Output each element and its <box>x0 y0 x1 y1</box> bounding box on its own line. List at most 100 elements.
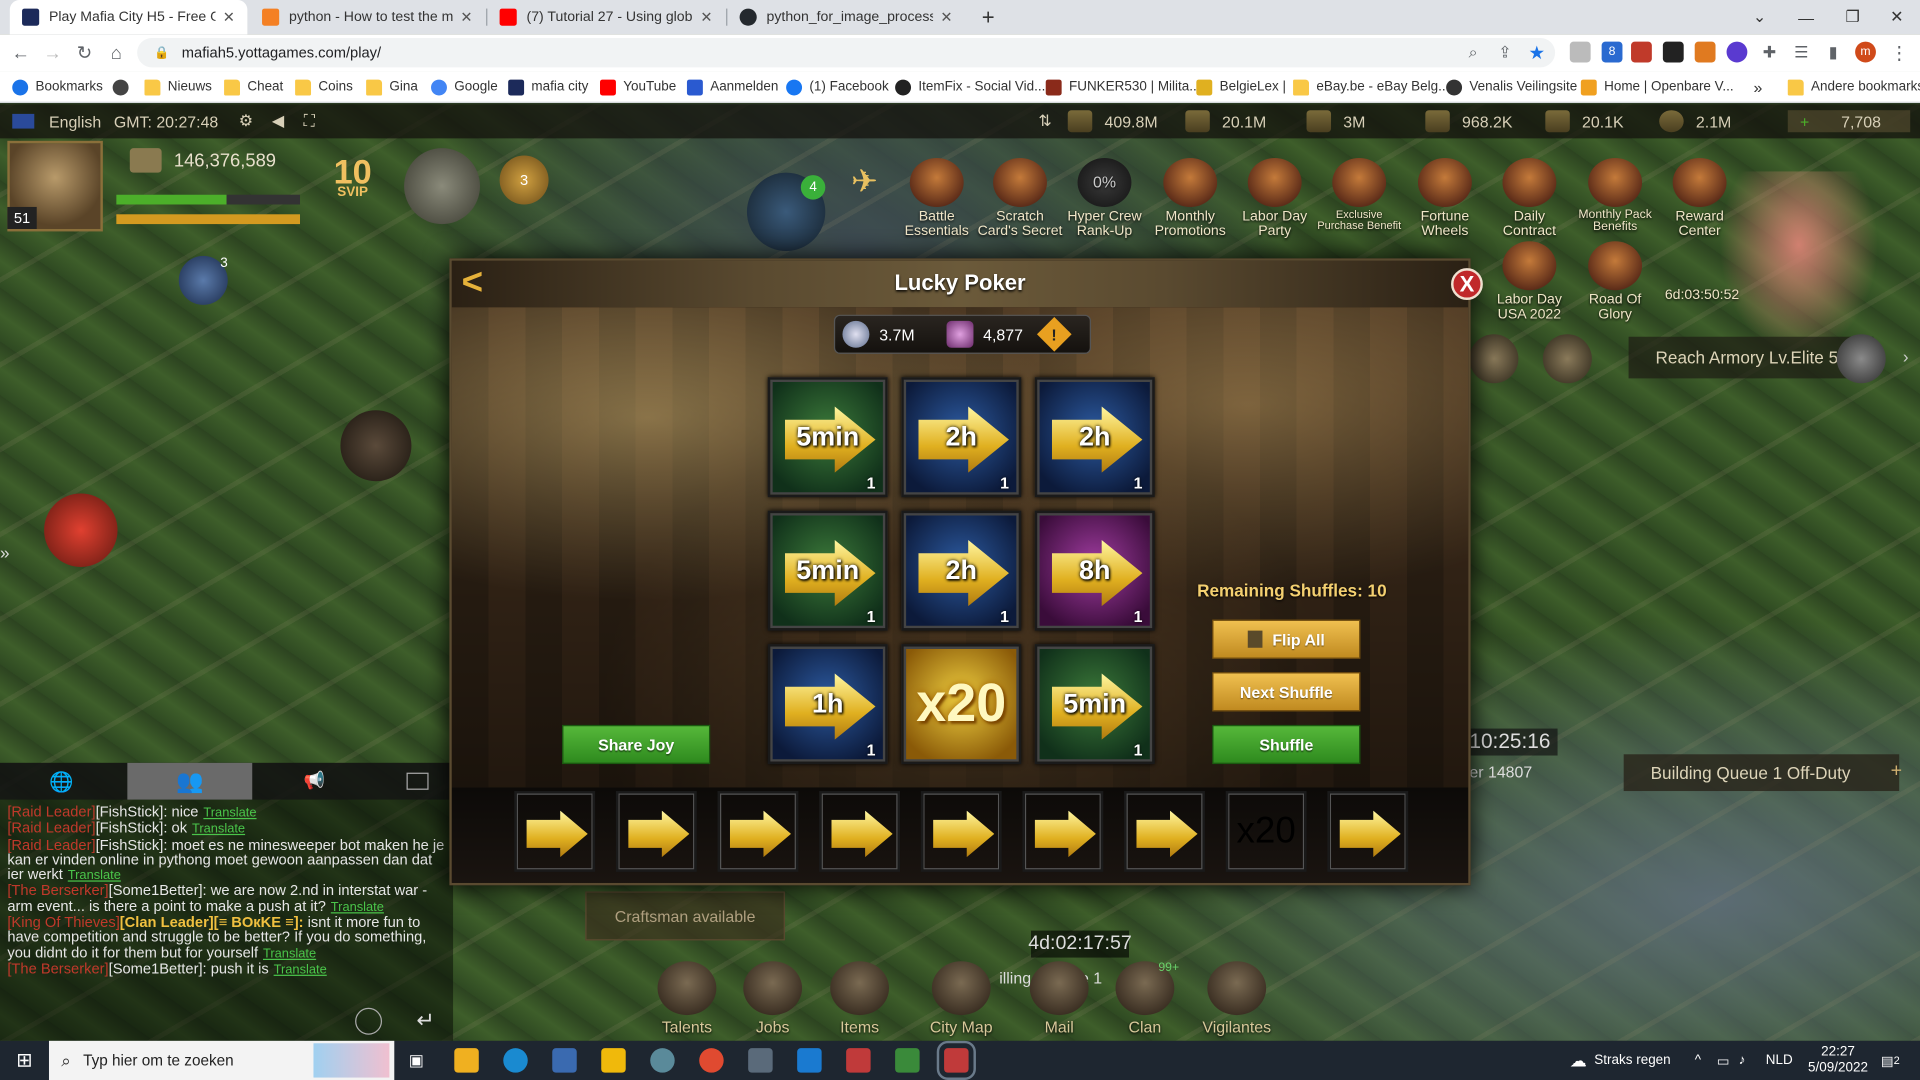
vscode-icon[interactable] <box>797 1048 822 1073</box>
tab-close-icon[interactable]: ✕ <box>940 9 952 26</box>
svip-badge[interactable]: 10 SVIP <box>316 153 389 217</box>
app-icon[interactable] <box>748 1048 773 1073</box>
other-bookmarks-button[interactable]: Andere bookmarks <box>1787 76 1920 98</box>
metamask-icon[interactable] <box>1694 41 1716 63</box>
translate-link[interactable]: Translate <box>203 806 256 821</box>
tab-mafia-city[interactable]: Play Mafia City H5 - Free Gangst ✕ <box>9 0 248 35</box>
tab-close-icon[interactable]: ✕ <box>223 9 235 26</box>
event-scratch-card[interactable]: Scratch Card's Secret <box>977 157 1063 239</box>
profile-avatar[interactable]: m <box>1855 41 1876 63</box>
gift-icon[interactable] <box>44 493 118 567</box>
translate-link[interactable]: Translate <box>68 868 121 883</box>
translate-link[interactable]: Translate <box>263 946 316 961</box>
file-explorer-icon[interactable] <box>454 1048 479 1073</box>
nav-talents[interactable]: Talents <box>649 961 725 1036</box>
crest-icon[interactable] <box>404 148 481 225</box>
dog-icon[interactable] <box>340 410 412 482</box>
tab-stackoverflow[interactable]: python - How to test the membe ✕ <box>250 0 485 34</box>
poker-card[interactable]: 8h 1 <box>1034 510 1155 631</box>
event-exclusive-purchase[interactable]: Exclusive Purchase Benefit <box>1316 157 1402 231</box>
plane-icon[interactable]: ✈ <box>851 163 900 200</box>
bookmark-globe[interactable] <box>112 76 136 98</box>
tab-github[interactable]: python_for_image_processing_AP ✕ <box>727 0 965 34</box>
task-view-icon[interactable]: ▣ <box>404 1048 428 1072</box>
extension-icon[interactable] <box>1726 41 1748 63</box>
event-road-of-glory[interactable]: Road Of Glory <box>1572 241 1658 322</box>
forward-icon[interactable]: → <box>39 39 66 66</box>
home-icon[interactable]: ⌂ <box>103 39 130 66</box>
chrome-icon[interactable] <box>699 1048 724 1073</box>
poker-card[interactable]: 2h 1 <box>901 377 1022 498</box>
world-chat-icon[interactable]: 🌐 <box>49 770 81 794</box>
extension-icon[interactable] <box>1569 41 1591 63</box>
translate-link[interactable]: Translate <box>331 900 384 915</box>
bookmark-star-icon[interactable]: ★ <box>1523 39 1550 66</box>
nav-items[interactable]: Items <box>822 961 898 1036</box>
zoom-icon[interactable]: ⌕ <box>1460 39 1487 66</box>
shield-icon[interactable] <box>1469 334 1519 384</box>
app-icon[interactable] <box>846 1048 871 1073</box>
nav-city-map[interactable]: City Map <box>922 961 1000 1036</box>
clock[interactable]: 22:27 5/09/2022 <box>1807 1041 1868 1080</box>
translate-link[interactable]: Translate <box>192 822 245 837</box>
poker-card[interactable]: 2h 1 <box>1034 377 1155 498</box>
share-joy-button[interactable]: Share Joy <box>562 724 711 765</box>
extension-icon[interactable] <box>1631 41 1652 63</box>
poker-card[interactable]: 2h 1 <box>901 510 1022 631</box>
notification-icon[interactable]: ▤ 2 <box>1881 1041 1900 1080</box>
bookmark-folder[interactable]: Nieuws <box>144 76 212 98</box>
bookmark-google[interactable]: Google <box>431 76 498 98</box>
bookmark-venalis[interactable]: Venalis Veilingsite <box>1446 76 1577 98</box>
fullscreen-icon[interactable]: ⛶ <box>304 110 315 132</box>
nav-jobs[interactable]: Jobs <box>735 961 811 1036</box>
app-icon[interactable] <box>895 1048 920 1073</box>
bookmark-ebay[interactable]: eBay.be - eBay Belg... <box>1293 76 1449 98</box>
edge-icon[interactable] <box>503 1048 528 1073</box>
puzzle-icon[interactable]: ✚ <box>1756 39 1783 66</box>
chat-minimize-icon[interactable] <box>406 772 429 790</box>
language-indicator[interactable]: NLD <box>1766 1041 1793 1080</box>
tray-chevron-icon[interactable]: ^ <box>1695 1041 1701 1080</box>
bookmark-folder[interactable]: Gina <box>366 76 418 98</box>
tank-icon[interactable] <box>1836 334 1886 384</box>
emoji-icon[interactable] <box>355 1007 383 1035</box>
event-hyper-crew[interactable]: 0% Hyper Crew Rank-Up <box>1062 157 1148 239</box>
send-icon[interactable]: ↵ <box>416 1008 434 1034</box>
flip-all-button[interactable]: Flip All <box>1212 619 1361 659</box>
maximize-button[interactable]: ❐ <box>1829 0 1876 34</box>
url-field[interactable]: 🔒 mafiah5.yottagames.com/play/ <box>137 37 1556 68</box>
bookmark-itemfix[interactable]: ItemFix - Social Vid... <box>895 76 1045 98</box>
poker-card[interactable]: x20 <box>901 644 1022 765</box>
settings-gear-icon[interactable]: ⚙ <box>239 110 253 132</box>
tab-close-icon[interactable]: ✕ <box>700 9 712 26</box>
close-window-button[interactable]: ✕ <box>1873 0 1920 34</box>
bookmark-aanmelden[interactable]: Aanmelden <box>686 76 778 98</box>
side-panel-icon[interactable]: ▮ <box>1820 39 1847 66</box>
back-arrow-icon[interactable]: < <box>462 264 496 303</box>
sound-icon[interactable]: ◀ <box>272 110 284 132</box>
announcement-icon[interactable]: 📢 <box>304 770 336 794</box>
bookmark-folder[interactable]: Coins <box>295 76 353 98</box>
bookmark-mafia-city[interactable]: mafia city <box>508 76 588 98</box>
craftsman-status[interactable]: Craftsman available <box>585 891 785 941</box>
poker-card[interactable]: 5min 1 <box>767 510 888 631</box>
chat-panel[interactable]: 🌐 👥 📢 [Raid Leader][FishStick]: nice Tran… <box>0 762 454 1041</box>
bookmark-folder[interactable]: Cheat <box>224 76 283 98</box>
app-icon[interactable] <box>650 1048 675 1073</box>
bookmarks-button[interactable]: Bookmarks <box>12 76 103 98</box>
collapse-icon[interactable]: ⇅ <box>1038 110 1051 132</box>
bookmark-facebook[interactable]: (1) Facebook <box>786 76 889 98</box>
event-battle-essentials[interactable]: Battle Essentials <box>894 157 980 239</box>
info-warning-icon[interactable]: ! <box>1037 316 1073 352</box>
taskbar-search-input[interactable]: ⌕ Typ hier om te zoeken <box>48 1040 395 1080</box>
weather-widget[interactable]: ☁ Straks regen <box>1570 1041 1671 1080</box>
binance-icon[interactable] <box>601 1048 626 1073</box>
poker-card[interactable]: 5min 1 <box>767 377 888 498</box>
app-icon[interactable] <box>936 1040 976 1080</box>
minimize-button[interactable]: — <box>1783 0 1830 34</box>
bookmark-openbare[interactable]: Home | Openbare V... <box>1580 76 1734 98</box>
new-tab-button[interactable]: + <box>965 0 1012 34</box>
event-fortune-wheels[interactable]: Fortune Wheels <box>1402 157 1488 239</box>
bookmark-youtube[interactable]: YouTube <box>600 76 676 98</box>
nav-vigilantes[interactable]: Vigilantes <box>1194 961 1280 1036</box>
